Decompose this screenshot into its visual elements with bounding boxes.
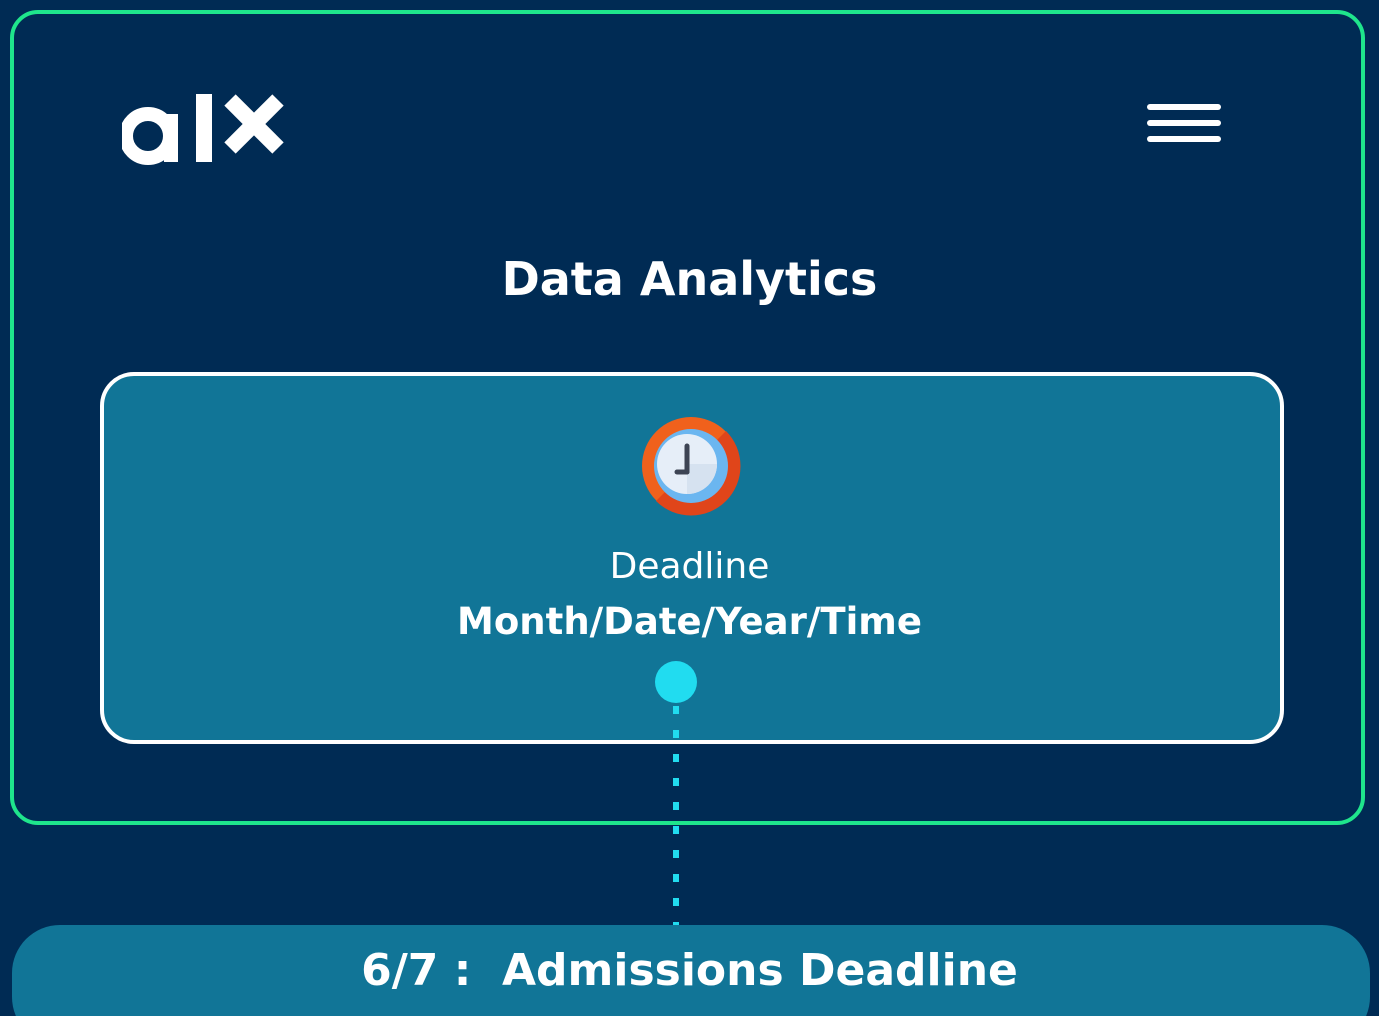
deadline-value: Month/Date/Year/Time — [457, 600, 922, 643]
page-title: Data Analytics — [501, 252, 878, 306]
alx-logo[interactable] — [122, 84, 287, 168]
event-text: 6/7 : Admissions Deadline — [361, 945, 1018, 996]
timeline-connector — [673, 706, 679, 934]
timeline-dot — [655, 661, 697, 703]
clock-icon — [642, 417, 741, 516]
deadline-label: Deadline — [609, 546, 770, 587]
hamburger-menu-icon[interactable] — [1145, 100, 1225, 150]
page: Data Analytics Deadline Month/Date/Year/… — [0, 0, 1379, 1016]
